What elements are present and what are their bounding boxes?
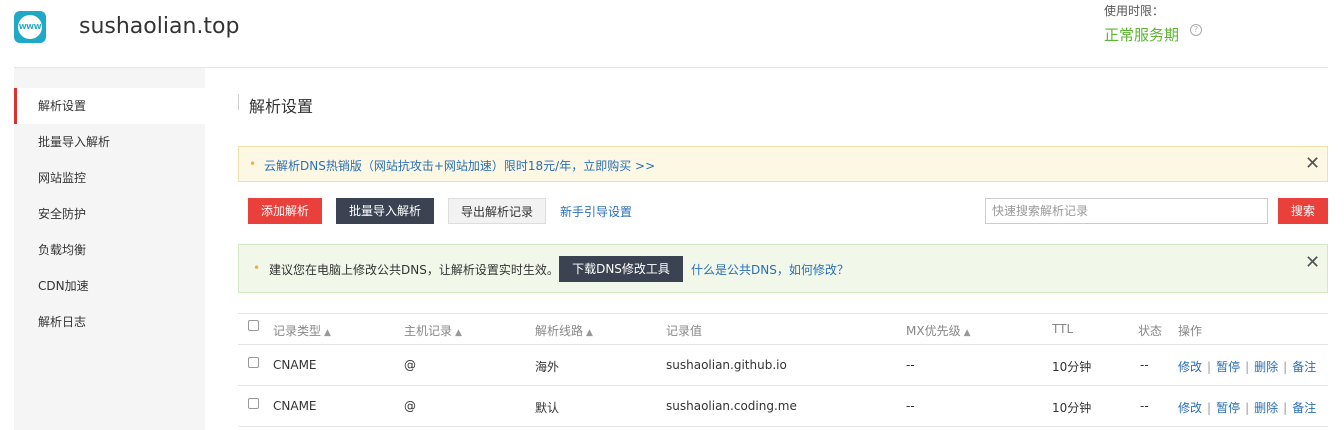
note-link[interactable]: 备注 (1292, 360, 1316, 374)
promo-link[interactable]: 云解析DNS热销版（网站抗攻击+网站加速）限时18元/年，立即购买 >> (264, 157, 655, 174)
note-link[interactable]: 备注 (1292, 401, 1316, 415)
record-status: -- (1140, 358, 1149, 372)
row-checkbox[interactable] (248, 398, 259, 409)
ttl-value: 10分钟 (1052, 360, 1092, 374)
batch-import-button[interactable]: 批量导入解析 (336, 198, 434, 224)
sidebar-item-cdn[interactable]: CDN加速 (14, 268, 205, 304)
record-value: sushaolian.coding.me (666, 399, 797, 413)
sidebar-item-security[interactable]: 安全防护 (14, 196, 205, 232)
mx-priority: -- (906, 358, 915, 372)
sidebar-item-dns-log[interactable]: 解析日志 (14, 304, 205, 340)
record-type: CNAME (273, 358, 317, 372)
separator: | (1283, 401, 1288, 415)
col-header-actions: 操作 (1178, 324, 1203, 338)
dns-tip-banner: • 建议您在电脑上修改公共DNS，让解析设置实时生效。 下载DNS修改工具 什么… (238, 244, 1328, 293)
row-divider (238, 426, 1328, 427)
ttl-value: 10分钟 (1052, 401, 1092, 415)
separator: | (1283, 360, 1288, 374)
col-header-ttl: TTL (1052, 322, 1074, 336)
delete-link[interactable]: 删除 (1254, 401, 1278, 415)
row-checkbox[interactable] (248, 357, 259, 368)
sidebar-item-load-balance[interactable]: 负载均衡 (14, 232, 205, 268)
close-icon[interactable]: ✕ (1305, 252, 1320, 273)
bullet-icon: • (249, 157, 257, 171)
col-header-value: 记录值 (666, 324, 703, 338)
table-header-border (238, 344, 1328, 345)
pause-link[interactable]: 暂停 (1216, 401, 1240, 415)
separator: | (1207, 360, 1212, 374)
col-header-mx[interactable]: MX优先级 ▲ (906, 322, 971, 339)
record-type: CNAME (273, 399, 317, 413)
export-records-button[interactable]: 导出解析记录 (448, 198, 546, 224)
mx-priority: -- (906, 399, 915, 413)
edit-link[interactable]: 修改 (1178, 360, 1202, 374)
public-dns-help-link[interactable]: 什么是公共DNS，如何修改？ (691, 261, 849, 278)
sort-up-icon: ▲ (455, 328, 462, 338)
sort-up-icon: ▲ (963, 328, 971, 338)
col-header-status: 状态 (1138, 324, 1163, 338)
domain-title: sushaolian.top (79, 14, 240, 39)
download-dns-tool-button[interactable]: 下载DNS修改工具 (559, 256, 683, 282)
host-record: @ (404, 358, 416, 372)
record-status: -- (1140, 399, 1149, 413)
search-button[interactable]: 搜索 (1278, 198, 1328, 224)
edit-link[interactable]: 修改 (1178, 401, 1202, 415)
page-title: 解析设置 (249, 97, 314, 116)
col-header-host[interactable]: 主机记录 ▲ (404, 322, 462, 339)
col-header-type[interactable]: 记录类型 ▲ (273, 322, 331, 339)
sidebar-item-site-monitor[interactable]: 网站监控 (14, 160, 205, 196)
page-title-marker (238, 94, 239, 110)
sort-up-icon: ▲ (324, 328, 331, 338)
bullet-icon: • (253, 261, 261, 275)
dns-tip-text: 建议您在电脑上修改公共DNS，让解析设置实时生效。 (269, 263, 559, 277)
row-actions: 修改 | 暂停 | 删除 | 备注 (1178, 399, 1316, 416)
usage-period-status: 正常服务期 (1104, 26, 1180, 44)
separator: | (1207, 401, 1212, 415)
table-top-border (238, 313, 1328, 314)
close-icon[interactable]: ✕ (1305, 153, 1320, 174)
row-divider (238, 385, 1328, 386)
col-header-line[interactable]: 解析线路 ▲ (535, 322, 593, 339)
resolve-line: 海外 (535, 360, 560, 374)
separator: | (1245, 401, 1250, 415)
sidebar-item-batch-import[interactable]: 批量导入解析 (14, 124, 205, 160)
guide-settings-link[interactable]: 新手引导设置 (560, 203, 632, 220)
header-divider (14, 67, 1328, 68)
host-record: @ (404, 399, 416, 413)
select-all-checkbox[interactable] (248, 320, 259, 331)
promo-banner: • 云解析DNS热销版（网站抗攻击+网站加速）限时18元/年，立即购买 >> ✕ (238, 146, 1328, 182)
sidebar-item-dns-settings[interactable]: 解析设置 (14, 88, 205, 124)
resolve-line: 默认 (535, 401, 560, 415)
site-logo: WWW (14, 11, 46, 43)
usage-period-label: 使用时限： (1104, 4, 1165, 18)
add-record-button[interactable]: 添加解析 (248, 198, 322, 224)
separator: | (1245, 360, 1250, 374)
help-icon[interactable]: ? (1190, 24, 1202, 36)
row-actions: 修改 | 暂停 | 删除 | 备注 (1178, 358, 1316, 375)
sort-up-icon: ▲ (586, 328, 593, 338)
record-value: sushaolian.github.io (666, 358, 787, 372)
search-input[interactable] (985, 198, 1268, 224)
globe-icon: WWW (18, 15, 42, 39)
sidebar: 解析设置 批量导入解析 网站监控 安全防护 负载均衡 CDN加速 解析日志 (14, 68, 205, 430)
delete-link[interactable]: 删除 (1254, 360, 1278, 374)
pause-link[interactable]: 暂停 (1216, 360, 1240, 374)
